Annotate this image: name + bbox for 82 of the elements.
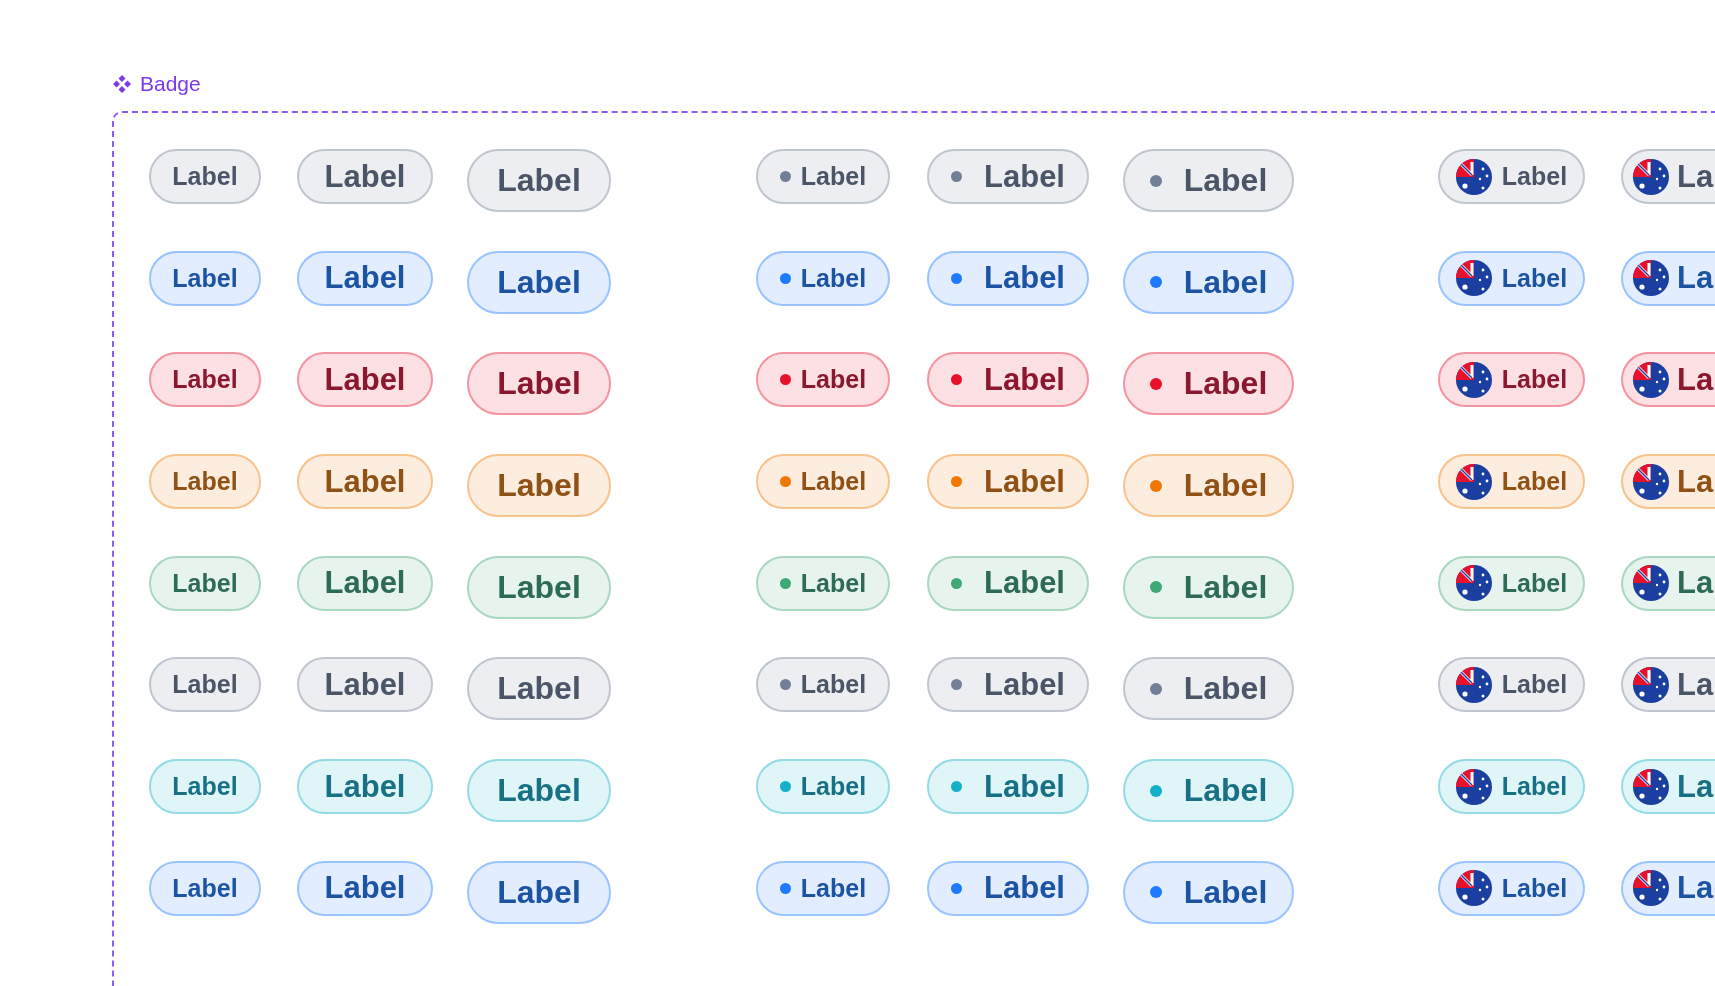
flag-icon [1455, 158, 1492, 195]
badge: Label [1123, 657, 1294, 721]
badge: Label [1438, 250, 1585, 306]
badge: Label [756, 454, 890, 510]
badge: La [1621, 352, 1715, 408]
flag-icon [1633, 565, 1669, 602]
badge: Label [1123, 250, 1294, 314]
badge: Label [1123, 555, 1294, 619]
badge: Label [1438, 860, 1585, 916]
flag-icon [1633, 870, 1669, 907]
badge: Label [297, 454, 433, 510]
flag-icon [1633, 158, 1669, 195]
badge: Label [756, 352, 890, 408]
badge: La [1621, 759, 1715, 815]
badge: Label [1438, 555, 1585, 611]
badge: Label [756, 555, 890, 611]
badge: Label [1123, 454, 1294, 518]
badge: Label [756, 657, 890, 713]
badge: Label [756, 149, 890, 204]
badge: Label [927, 657, 1089, 713]
component-icon [112, 74, 132, 94]
flag-icon [1455, 260, 1492, 297]
badge: Label [467, 657, 611, 721]
badge: Label [149, 657, 261, 713]
badge: La [1621, 555, 1715, 611]
badge: Label [927, 250, 1089, 306]
badge: Label [467, 860, 611, 924]
flag-icon [1455, 463, 1492, 500]
flag-icon [1455, 870, 1492, 907]
flag-icon [1455, 768, 1492, 805]
badge: Label [297, 759, 433, 815]
badge: Label [149, 860, 261, 916]
badge: Label [467, 352, 611, 416]
badge: Label [467, 555, 611, 619]
badge: Label [1438, 657, 1585, 713]
badge: Label [467, 454, 611, 518]
badge: Label [1123, 149, 1294, 212]
badge: Label [756, 860, 890, 916]
badge: La [1621, 250, 1715, 306]
badge: Label [149, 250, 261, 306]
flag-icon [1633, 463, 1669, 500]
badge: Label [297, 657, 433, 713]
badge: La [1621, 149, 1715, 204]
badge: Label [1123, 860, 1294, 924]
component-title: Badge [140, 72, 201, 96]
badge: Label [756, 250, 890, 306]
badge: Label [1438, 759, 1585, 815]
badge: Label [149, 759, 261, 815]
badge: Label [297, 352, 433, 408]
badge: Label [927, 149, 1089, 204]
flag-icon [1455, 361, 1492, 398]
badge: Label [1438, 352, 1585, 408]
badge: Label [149, 352, 261, 408]
badge: Label [927, 555, 1089, 611]
flag-icon [1633, 361, 1669, 398]
badge: Label [297, 860, 433, 916]
badge: Label [1123, 352, 1294, 416]
badge: Label [927, 352, 1089, 408]
badge: Label [467, 250, 611, 314]
flag-icon [1633, 260, 1669, 297]
badge: Label [467, 149, 611, 212]
badge: La [1621, 657, 1715, 713]
badge: Label [927, 759, 1089, 815]
flag-icon [1455, 666, 1492, 703]
badge: Label [149, 555, 261, 611]
flag-icon [1455, 565, 1492, 602]
badge: Label [149, 454, 261, 510]
badge: Label [149, 149, 261, 204]
flag-icon [1633, 768, 1669, 805]
badge: Label [467, 759, 611, 823]
badge: Label [927, 860, 1089, 916]
badge: Label [297, 555, 433, 611]
badge: La [1621, 860, 1715, 916]
badge: Label [1123, 759, 1294, 823]
badge: La [1621, 454, 1715, 510]
badge: Label [756, 759, 890, 815]
badge: Label [1438, 149, 1585, 204]
flag-icon [1633, 666, 1669, 703]
badge: Label [297, 250, 433, 306]
badge: Label [297, 149, 433, 204]
badge: Label [1438, 454, 1585, 510]
badge: Label [927, 454, 1089, 510]
